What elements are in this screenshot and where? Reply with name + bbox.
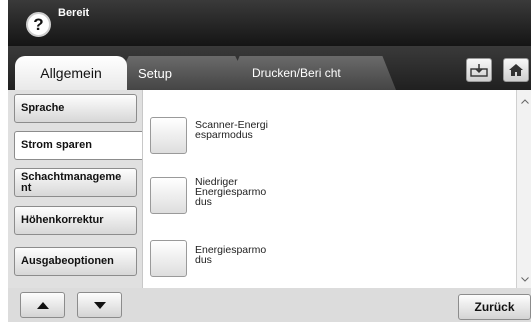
chevron-up-icon: [520, 98, 529, 104]
tab-setup[interactable]: Setup: [112, 56, 252, 90]
scrollbar[interactable]: [516, 90, 531, 288]
options-panel: Scanner-Energi esparmodus Niedriger Ener…: [142, 90, 516, 288]
home-icon: [509, 64, 523, 76]
menu-item-hoehenkorrektur[interactable]: Höhenkorrektur: [14, 206, 137, 235]
menu-item-label: Schachtmanageme nt: [21, 170, 122, 194]
tab-label: Allgemein: [40, 65, 102, 81]
niedriger-energiesparmodus-label: Niedriger Energiesparmo dus: [195, 176, 270, 208]
settings-menu: Sprache Strom sparen Schachtmanageme nt …: [8, 90, 143, 288]
tab-strip: Drucken/Beri cht Setup Allgemein: [8, 46, 531, 90]
tab-label: Setup: [138, 65, 172, 81]
tab-allgemein[interactable]: Allgemein: [15, 56, 127, 90]
scroll-up-button[interactable]: [517, 94, 531, 108]
tab-drucken-bericht[interactable]: Drucken/Beri cht: [226, 56, 396, 90]
menu-item-label: Strom sparen: [21, 139, 92, 151]
option-text: Niedriger Energiesparmo dus: [195, 176, 267, 208]
job-status-button[interactable]: [466, 58, 492, 82]
help-button[interactable]: ?: [26, 12, 51, 37]
scanner-energiesparmodus-label: Scanner-Energi esparmodus: [195, 119, 295, 141]
menu-item-schachtmanagement[interactable]: Schachtmanageme nt: [14, 168, 137, 197]
bottom-bar: Zurück: [8, 288, 531, 322]
status-bar: ? Bereit: [8, 0, 531, 46]
menu-item-label: Höhenkorrektur: [21, 214, 104, 226]
energiesparmodus-button[interactable]: [150, 240, 187, 277]
menu-item-label: Ausgabeoptionen: [21, 255, 114, 267]
menu-item-strom-sparen[interactable]: Strom sparen: [14, 131, 143, 160]
scanner-energiesparmodus-button[interactable]: [150, 117, 187, 154]
machine-status-text: Bereit: [58, 7, 90, 19]
triangle-down-icon: [93, 301, 106, 309]
tab-label: Drucken/Beri cht: [252, 66, 341, 80]
option-text: Scanner-Energi esparmodus: [195, 119, 268, 141]
menu-item-label: Sprache: [21, 102, 65, 114]
niedriger-energiesparmodus-button[interactable]: [150, 177, 187, 214]
chevron-down-icon: [520, 276, 529, 282]
triangle-up-icon: [36, 301, 49, 309]
question-mark-icon: ?: [33, 14, 44, 34]
energiesparmodus-label: Energiesparmo dus: [195, 244, 270, 266]
menu-page-up-button[interactable]: [20, 292, 65, 318]
option-text: Energiesparmo dus: [195, 244, 267, 266]
job-status-icon: [470, 64, 488, 77]
home-button[interactable]: [503, 58, 529, 82]
menu-page-down-button[interactable]: [77, 292, 122, 318]
printer-settings-screen: ? Bereit Drucken/Beri cht Setup Allgemei…: [0, 0, 531, 322]
menu-item-sprache[interactable]: Sprache: [14, 94, 137, 123]
menu-item-ausgabeoptionen[interactable]: Ausgabeoptionen: [14, 247, 137, 276]
back-button[interactable]: Zurück: [458, 294, 531, 320]
scroll-down-button[interactable]: [517, 272, 531, 286]
